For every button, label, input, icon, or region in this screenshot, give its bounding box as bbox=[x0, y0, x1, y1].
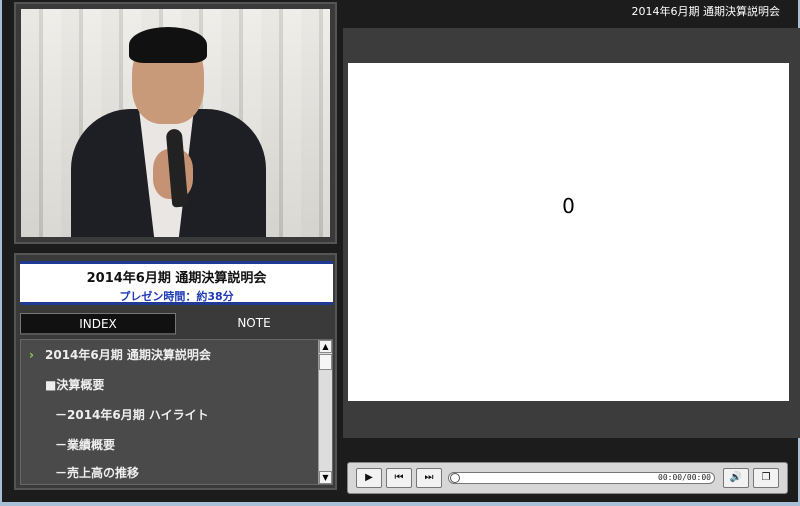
presentation-title: 2014年6月期 通期決算説明会 bbox=[86, 271, 267, 286]
video-panel bbox=[14, 2, 337, 244]
presentation-duration: プレゼン時間：約38分 bbox=[119, 290, 234, 303]
tab-note[interactable]: NOTE bbox=[176, 313, 332, 335]
list-item[interactable]: －2014年6月期 ハイライト bbox=[21, 400, 332, 430]
page-title: 2014年6月期 通期決算説明会 bbox=[631, 5, 781, 18]
presentation-title-card: 2014年6月期 通期決算説明会 プレゼン時間：約38分 bbox=[20, 261, 333, 305]
seek-handle[interactable] bbox=[450, 473, 460, 483]
tab-index[interactable]: INDEX bbox=[20, 313, 176, 335]
volume-button[interactable]: 🔊 bbox=[723, 468, 749, 488]
list-item[interactable]: －売上高の推移 bbox=[21, 458, 332, 484]
time-readout: 00:00/00:00 bbox=[658, 473, 711, 482]
info-panel: 2014年6月期 通期決算説明会 プレゼン時間：約38分 INDEX NOTE … bbox=[14, 253, 337, 490]
list-item[interactable]: ■決算概要 bbox=[21, 370, 332, 400]
seek-bar[interactable]: 00:00/00:00 bbox=[448, 472, 715, 484]
player-frame: 2014年6月期 通期決算説明会 2014年6月期 通期決算説明会 プレゼン時間… bbox=[0, 0, 800, 506]
window-icon: ❐ bbox=[761, 472, 771, 483]
play-button[interactable]: ▶ bbox=[356, 468, 382, 488]
list-item[interactable]: › 2014年6月期 通期決算説明会 bbox=[21, 340, 332, 370]
slide-view: 0 bbox=[348, 63, 789, 401]
index-scrollbar[interactable]: ▲ ▼ bbox=[318, 340, 332, 484]
scroll-thumb[interactable] bbox=[319, 354, 332, 370]
volume-icon: 🔊 bbox=[729, 472, 743, 483]
scroll-up-icon[interactable]: ▲ bbox=[319, 340, 332, 353]
chevron-right-icon: › bbox=[29, 348, 34, 362]
index-list: › 2014年6月期 通期決算説明会 ■決算概要 －2014年6月期 ハイライト… bbox=[20, 339, 333, 485]
slide-panel: 0 bbox=[343, 28, 800, 438]
slide-page-number: 0 bbox=[562, 194, 575, 218]
list-item[interactable]: －業績概要 bbox=[21, 430, 332, 460]
skip-forward-icon: ⏭ bbox=[424, 472, 434, 483]
skip-back-icon: ⏮ bbox=[394, 472, 404, 483]
popup-window-button[interactable]: ❐ bbox=[753, 468, 779, 488]
previous-button[interactable]: ⏮ bbox=[386, 468, 412, 488]
play-icon: ▶ bbox=[365, 472, 373, 483]
tab-bar: INDEX NOTE bbox=[20, 313, 333, 335]
next-button[interactable]: ⏭ bbox=[416, 468, 442, 488]
player-controls: ▶ ⏮ ⏭ 00:00/00:00 🔊 ❐ bbox=[347, 462, 788, 494]
video-player[interactable] bbox=[21, 9, 330, 237]
scroll-down-icon[interactable]: ▼ bbox=[319, 471, 332, 484]
